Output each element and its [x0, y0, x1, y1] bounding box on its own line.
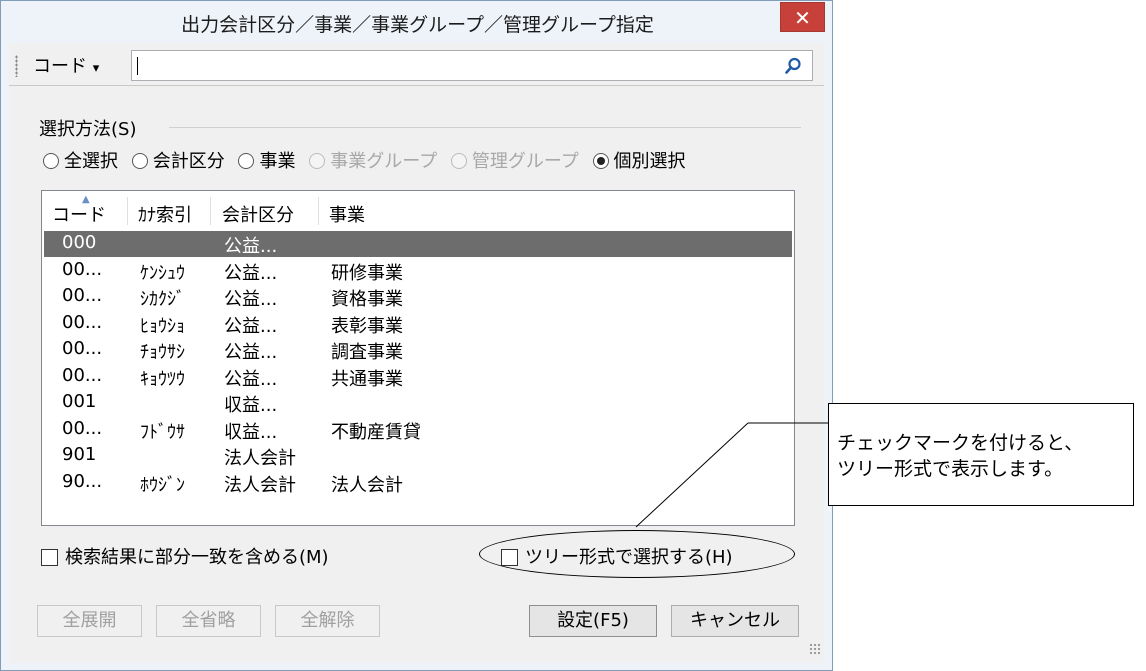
cell-kana: ﾋｮｳｼｮ	[140, 315, 185, 337]
radio-circle	[238, 153, 255, 169]
column-header-business[interactable]: 事業	[329, 201, 365, 227]
column-divider[interactable]	[318, 197, 319, 225]
cell-code: 00...	[62, 285, 103, 306]
cell-kubun: 公益...	[224, 342, 278, 363]
cell-code: 00...	[62, 258, 103, 280]
collapse-all-button: 全省略	[156, 605, 261, 637]
close-button[interactable]: ✕	[780, 2, 825, 32]
selection-method-radios: 全選択 会計区分 事業 事業グループ 管理グループ 個別選択	[43, 147, 803, 175]
toolbar-grip-icon[interactable]	[15, 55, 18, 77]
cell-kana: ｼｶｸｼﾞ	[140, 289, 185, 310]
clear-all-button: 全解除	[275, 605, 380, 637]
toolbar-separator	[9, 85, 824, 86]
callout-line-2: ツリー形式で表示します。	[837, 458, 1064, 480]
radio-management-group: 管理グループ	[450, 147, 579, 173]
item-list[interactable]: ▲ コード ｶﾅ索引 会計区分 事業 000 公益... 00... ｹﾝｼｭｳ 公益.…	[41, 190, 795, 526]
chevron-down-icon: ▾	[92, 61, 100, 76]
table-row[interactable]: 00... ｹﾝｼｭｳ 公益... 研修事業	[44, 258, 792, 284]
ok-button[interactable]: 設定(F5)	[529, 605, 657, 637]
radio-select-all[interactable]: 全選択	[43, 147, 118, 173]
cell-kana: ﾌﾄﾞｳｻ	[140, 421, 185, 443]
cell-kubun: 公益...	[224, 368, 278, 390]
cell-kubun: 公益...	[224, 289, 278, 310]
column-divider[interactable]	[127, 197, 128, 225]
radio-circle	[131, 153, 148, 169]
cell-code: 901	[62, 444, 97, 465]
text-caret	[137, 57, 138, 75]
list-header: ▲ コード ｶﾅ索引 会計区分 事業	[42, 191, 794, 229]
highlight-ellipse	[479, 530, 795, 578]
radio-business[interactable]: 事業	[238, 147, 295, 173]
table-row[interactable]: 001 収益...	[44, 390, 792, 416]
radio-circle	[43, 153, 59, 169]
search-toolbar: コード ▾	[9, 47, 824, 83]
radio-circle	[309, 153, 326, 169]
cell-code: 90...	[62, 470, 103, 492]
cell-kubun: 法人会計	[224, 448, 296, 469]
table-row[interactable]: 000 公益...	[44, 231, 792, 257]
group-divider	[169, 127, 801, 128]
cell-jigyo: 表彰事業	[331, 315, 403, 337]
table-row[interactable]: 00... ｷｮｳﾂｳ 公益... 共通事業	[44, 364, 792, 390]
dialog-title: 出力会計区分／事業／事業グループ／管理グループ指定	[181, 14, 654, 36]
code-dropdown-label: コード	[33, 56, 87, 77]
cell-jigyo: 共通事業	[331, 368, 403, 390]
search-icon[interactable]	[784, 57, 802, 75]
cell-jigyo: 不動産賃貸	[331, 421, 421, 443]
cell-code: 001	[62, 391, 97, 412]
cancel-button[interactable]: キャンセル	[671, 605, 799, 637]
radio-circle-checked	[592, 153, 609, 169]
cell-code: 00...	[62, 417, 103, 439]
cell-kana: ｷｮｳﾂｳ	[140, 368, 185, 390]
table-row[interactable]: 901 法人会計	[44, 443, 792, 469]
column-header-kana[interactable]: ｶﾅ索引	[138, 201, 192, 227]
cell-code: 000	[62, 232, 97, 253]
column-header-code[interactable]: コード	[52, 201, 106, 227]
resize-grip-icon[interactable]	[809, 643, 821, 655]
cell-jigyo: 研修事業	[331, 262, 403, 284]
radio-accounting-division[interactable]: 会計区分	[131, 147, 225, 173]
cell-code: 00...	[62, 338, 103, 359]
column-divider[interactable]	[210, 197, 211, 225]
title-bar[interactable]: 出力会計区分／事業／事業グループ／管理グループ指定 ✕	[1, 1, 834, 43]
cell-kubun: 公益...	[224, 236, 278, 257]
cell-kana: ｹﾝｼｭｳ	[140, 262, 185, 284]
annotation-callout: チェックマークを付けると、 ツリー形式で表示します。	[828, 403, 1134, 506]
cell-kubun: 法人会計	[224, 474, 296, 496]
cell-code: 00...	[62, 364, 103, 386]
table-row[interactable]: 00... ﾁｮｳｻｼ 公益... 調査事業	[44, 337, 792, 363]
radio-circle	[450, 153, 467, 169]
cell-kubun: 収益...	[224, 395, 278, 416]
search-input[interactable]	[131, 50, 813, 81]
cell-kana: ﾁｮｳｻｼ	[140, 342, 185, 363]
cell-kubun: 公益...	[224, 315, 278, 337]
checkbox-box	[41, 549, 58, 566]
radio-individual-select[interactable]: 個別選択	[592, 147, 686, 173]
table-row[interactable]: 00... ﾌﾄﾞｳｻ 収益... 不動産賃貸	[44, 417, 792, 443]
cell-kana: ﾎｳｼﾞﾝ	[140, 474, 185, 496]
cell-jigyo: 調査事業	[331, 342, 403, 363]
code-field-dropdown[interactable]: コード ▾	[33, 52, 99, 78]
table-row[interactable]: 00... ｼｶｸｼﾞ 公益... 資格事業	[44, 284, 792, 310]
cell-jigyo: 法人会計	[331, 474, 403, 496]
radio-business-group: 事業グループ	[309, 147, 437, 173]
cell-kubun: 公益...	[224, 262, 278, 284]
cell-jigyo: 資格事業	[331, 289, 403, 310]
table-row[interactable]: 90... ﾎｳｼﾞﾝ 法人会計 法人会計	[44, 470, 792, 496]
partial-match-checkbox[interactable]: 検索結果に部分一致を含める(M)	[41, 543, 329, 569]
selection-method-label: 選択方法(S)	[39, 119, 137, 140]
callout-line-1: チェックマークを付けると、	[837, 432, 1084, 454]
cell-code: 00...	[62, 311, 103, 333]
cell-kubun: 収益...	[224, 421, 278, 443]
column-header-division[interactable]: 会計区分	[222, 201, 294, 227]
table-row[interactable]: 00... ﾋｮｳｼｮ 公益... 表彰事業	[44, 311, 792, 337]
expand-all-button: 全展開	[37, 605, 142, 637]
